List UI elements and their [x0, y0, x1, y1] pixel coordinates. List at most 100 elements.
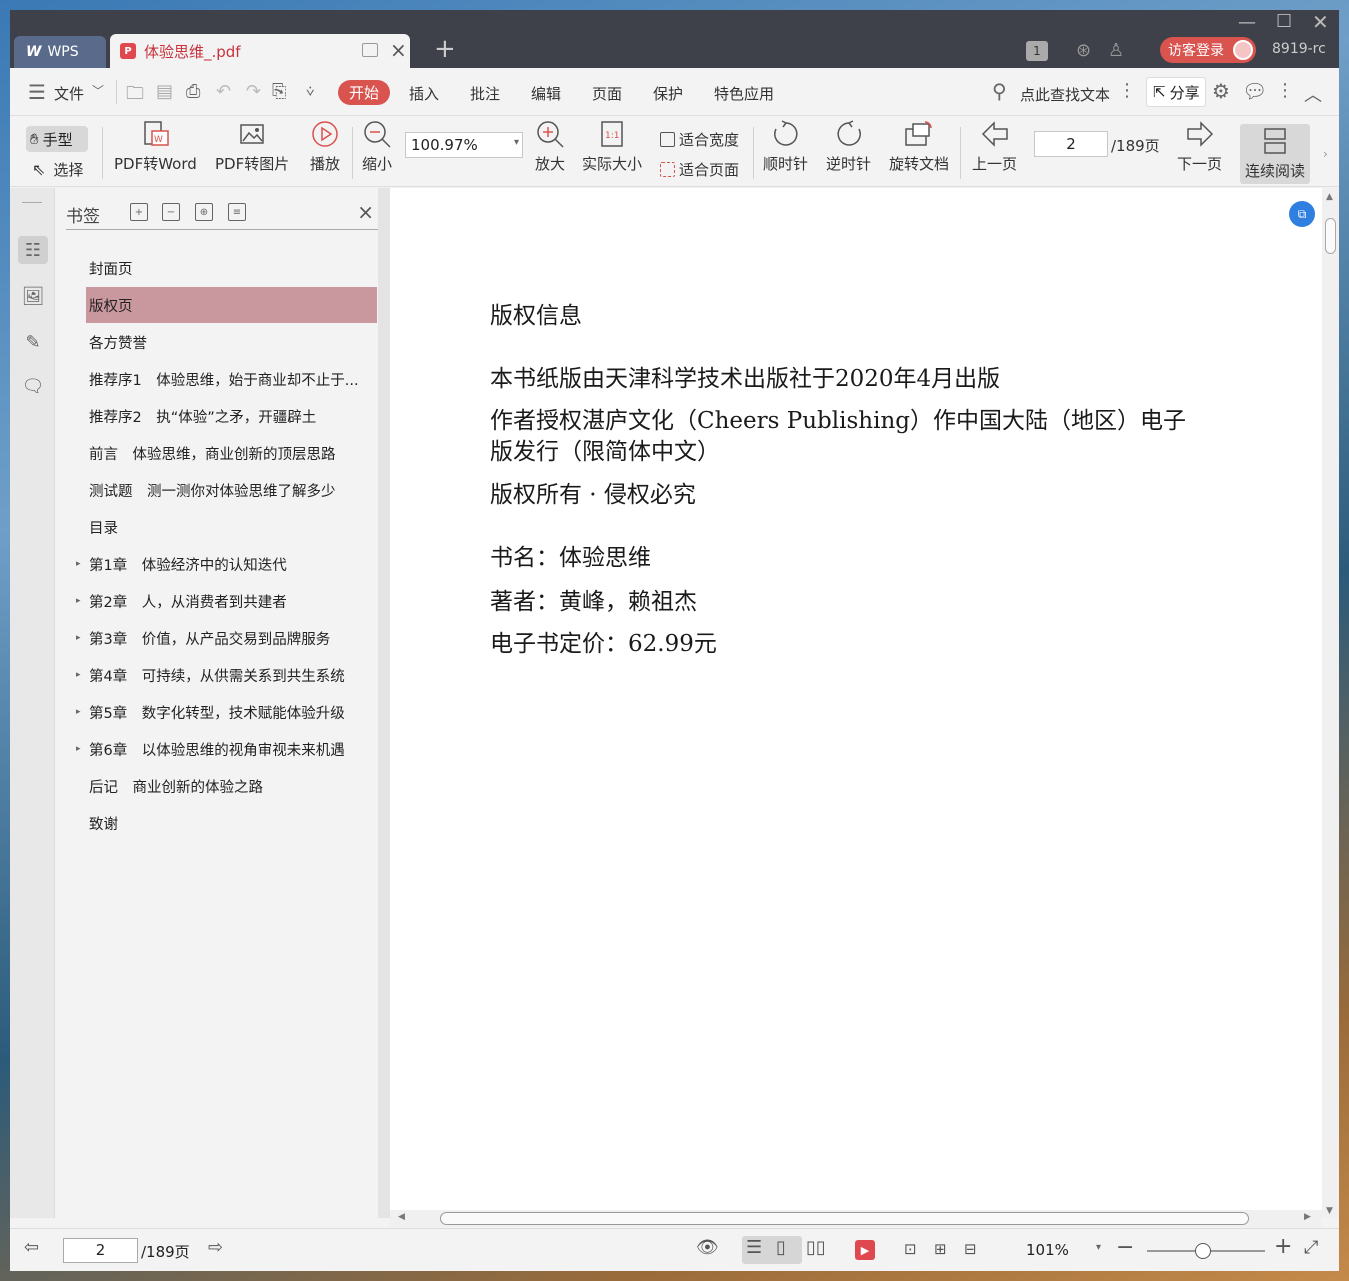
vertical-scrollbar[interactable]: ▲ ▼	[1322, 188, 1339, 1218]
expand-all-icon[interactable]: +	[130, 203, 148, 221]
close-window-icon[interactable]: ✕	[1312, 10, 1329, 34]
bookmark-item[interactable]: 推荐序2 执“体验”之矛，开疆辟土	[86, 398, 377, 434]
tab-insert[interactable]: 插入	[409, 83, 439, 104]
expand-arrow-icon[interactable]: ▸	[76, 633, 81, 643]
vertical-scroll-thumb[interactable]	[1325, 218, 1336, 254]
tab-annotate[interactable]: 批注	[470, 83, 500, 104]
maximize-icon[interactable]: ☐	[1276, 11, 1292, 32]
continuous-view-icon[interactable]: ☰	[746, 1237, 762, 1258]
window-count-badge[interactable]: 1	[1026, 41, 1048, 61]
zoom-out-button[interactable]: 缩小	[362, 117, 392, 174]
fit-width-button[interactable]: 适合宽度	[660, 129, 739, 150]
bookmark-item[interactable]: 第6章 以体验思维的视角审视未来机遇	[86, 731, 377, 767]
actual-size-status-icon[interactable]: ⊡	[904, 1240, 917, 1258]
select-tool-button[interactable]: ⇖ 选择	[32, 159, 83, 180]
more-vertical-icon[interactable]: ⋮	[1118, 80, 1136, 101]
hamburger-menu-icon[interactable]: ☰	[28, 80, 46, 104]
actual-size-button[interactable]: 1:1 实际大小	[582, 117, 642, 174]
continuous-reading-button[interactable]: 连续阅读	[1240, 124, 1310, 184]
bookmark-item[interactable]: 前言 体验思维，商业创新的顶层思路	[86, 435, 377, 471]
expand-arrow-icon[interactable]: ▸	[76, 744, 81, 754]
collapse-ribbon-icon[interactable]: ︿	[1304, 81, 1322, 107]
drag-handle[interactable]	[22, 202, 42, 203]
previous-page-button[interactable]: 上一页	[972, 117, 1017, 174]
bookmark-item[interactable]: 封面页	[86, 250, 377, 286]
scroll-down-icon[interactable]: ▼	[1326, 1206, 1333, 1216]
comment-icon[interactable]: 💬︎	[1242, 79, 1267, 103]
save-icon[interactable]: ▤	[156, 81, 173, 102]
file-menu[interactable]: 文件	[54, 83, 84, 104]
expand-arrow-icon[interactable]: ▸	[76, 559, 81, 569]
pdf-to-image-button[interactable]: PDF转图片	[215, 117, 289, 174]
zoom-dropdown-icon[interactable]: ▾	[1096, 1242, 1101, 1253]
minimize-icon[interactable]: —	[1238, 12, 1256, 33]
horizontal-scrollbar[interactable]: ◀ ▶	[390, 1210, 1322, 1227]
panel-splitter[interactable]	[378, 188, 390, 1218]
thumbnail-panel-icon[interactable]: 🖼︎	[18, 282, 48, 310]
status-next-page-icon[interactable]: ⇨	[208, 1237, 223, 1258]
undo-icon[interactable]: ↶	[216, 81, 231, 102]
status-zoom-value[interactable]: 101%	[1026, 1241, 1069, 1259]
bookmark-item[interactable]: 测试题 测一测你对体验思维了解多少	[86, 472, 377, 508]
status-page-input[interactable]: 2	[63, 1238, 138, 1263]
bookmark-item[interactable]: 第1章 体验经济中的认知迭代	[86, 546, 377, 582]
share-button[interactable]: ⇱ 分享	[1146, 77, 1206, 107]
bookmark-item[interactable]: 版权页	[86, 287, 377, 323]
rotate-document-button[interactable]: 旋转文档	[889, 117, 949, 174]
hand-tool-button[interactable]: ✋︎ 手型	[26, 126, 88, 152]
tab-protect[interactable]: 保护	[653, 83, 683, 104]
comment-panel-icon[interactable]: 🗨︎	[18, 372, 48, 400]
fullscreen-icon[interactable]: ⤢	[1304, 1237, 1318, 1258]
bookmark-item[interactable]: 致谢	[86, 805, 377, 841]
zoom-plus-icon[interactable]: +	[1274, 1234, 1292, 1259]
document-tab[interactable]: P 体验思维_.pdf ×	[110, 34, 410, 68]
search-text-link[interactable]: 点此查找文本	[1020, 84, 1110, 105]
skin-icon[interactable]: ⊛	[1076, 40, 1091, 61]
bookmark-item[interactable]: 第3章 价值，从产品交易到品牌服务	[86, 620, 377, 656]
expand-arrow-icon[interactable]: ▸	[76, 596, 81, 606]
tab-preview-icon[interactable]	[362, 43, 378, 57]
bookmark-item[interactable]: 目录	[86, 509, 377, 545]
guest-login-button[interactable]: 访客登录	[1160, 37, 1256, 63]
new-tab-button[interactable]: +	[434, 34, 456, 64]
fit-page-status-icon[interactable]: ⊞	[934, 1240, 947, 1258]
annotation-panel-icon[interactable]: ✎	[18, 328, 48, 356]
pdf-to-word-button[interactable]: W PDF转Word	[114, 117, 197, 174]
bookmark-item[interactable]: 各方赞誉	[86, 324, 377, 360]
eye-protection-icon[interactable]: 👁︎	[696, 1237, 719, 1258]
two-page-view-icon[interactable]: ▯▯	[806, 1237, 826, 1258]
expand-arrow-icon[interactable]: ▸	[76, 707, 81, 717]
zoom-in-button[interactable]: 放大	[535, 117, 565, 174]
tab-page[interactable]: 页面	[592, 83, 622, 104]
fit-width-status-icon[interactable]: ⊟	[964, 1240, 977, 1258]
rotate-clockwise-button[interactable]: 顺时针	[763, 117, 808, 174]
zoom-minus-icon[interactable]: −	[1116, 1235, 1134, 1260]
redo-icon[interactable]: ↷	[246, 81, 261, 102]
add-bookmark-icon[interactable]: ⊕	[195, 203, 213, 221]
floating-tool-icon[interactable]: ⧉	[1289, 201, 1315, 227]
bookmark-panel-icon[interactable]: ☷	[18, 236, 48, 264]
zoom-slider-knob[interactable]	[1195, 1243, 1211, 1259]
more-options-icon[interactable]: ⋮	[1276, 80, 1294, 101]
scroll-left-icon[interactable]: ◀	[398, 1212, 405, 1222]
print-icon[interactable]: ⎙	[186, 81, 200, 102]
gear-icon[interactable]: ⚙	[1212, 79, 1230, 103]
play-button[interactable]: 播放	[310, 117, 340, 174]
horizontal-scroll-thumb[interactable]	[440, 1212, 1249, 1225]
fit-page-button[interactable]: 适合页面	[660, 159, 739, 180]
rotate-counterclockwise-button[interactable]: 逆时针	[826, 117, 871, 174]
open-folder-icon[interactable]: 🗀	[126, 81, 144, 111]
next-page-button[interactable]: 下一页	[1177, 117, 1222, 174]
single-page-view-icon[interactable]: ▯	[776, 1237, 786, 1258]
search-icon[interactable]: ⚲	[992, 79, 1007, 103]
dropdown-arrow-icon[interactable]: ▾	[514, 137, 519, 148]
zoom-level-input[interactable]: 100.97% ▾	[405, 132, 523, 158]
shirt-icon[interactable]: ♙	[1108, 40, 1124, 61]
zoom-slider[interactable]	[1147, 1243, 1265, 1259]
bookmark-item[interactable]: 第5章 数字化转型，技术赋能体验升级	[86, 694, 377, 730]
page-number-input[interactable]: 2	[1034, 131, 1108, 157]
tab-start[interactable]: 开始	[338, 80, 390, 105]
bookmark-settings-icon[interactable]: ≡	[228, 203, 246, 221]
status-prev-page-icon[interactable]: ⇦	[24, 1237, 39, 1258]
export-icon[interactable]: ⎘	[272, 81, 286, 102]
